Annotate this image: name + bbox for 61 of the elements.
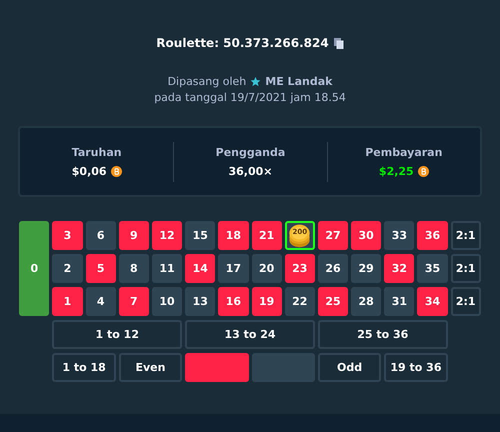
coin-icon	[418, 166, 429, 176]
number-cell[interactable]: 11	[152, 254, 182, 283]
number-cell[interactable]: 22	[284, 287, 315, 316]
number-cell[interactable]: 2	[52, 254, 83, 283]
number-cell[interactable]: 17	[218, 254, 248, 283]
number-cell[interactable]: 4	[86, 287, 116, 316]
dozen-bet[interactable]: 13 to 24	[185, 320, 315, 349]
number-cell[interactable]: 15	[185, 221, 216, 250]
number-cell[interactable]: 16	[218, 287, 248, 316]
number-cell[interactable]: 34	[417, 287, 448, 316]
outside-bet[interactable]: 1 to 18	[52, 353, 116, 382]
outside-bet[interactable]: Even	[118, 353, 182, 382]
number-cell[interactable]: 26	[318, 254, 348, 283]
number-cell[interactable]: 18	[218, 221, 248, 250]
star-icon	[250, 76, 262, 87]
color-bet[interactable]	[185, 353, 248, 382]
stat-value: $0,06	[72, 164, 107, 178]
number-cell[interactable]: 13	[185, 287, 216, 316]
number-cell[interactable]: 23	[284, 254, 315, 283]
copy-icon[interactable]	[334, 38, 344, 48]
stat-label: Pengganda	[216, 146, 286, 158]
number-cell[interactable]: 29	[351, 254, 382, 283]
number-cell[interactable]: 21	[252, 221, 282, 250]
number-cell[interactable]: 36	[417, 221, 448, 250]
number-cell[interactable]: 35	[417, 254, 448, 283]
number-cell[interactable]: 20	[252, 254, 282, 283]
number-cell[interactable]: 8	[118, 254, 149, 283]
number-cell[interactable]: 14	[185, 254, 216, 283]
number-cell[interactable]: 7	[118, 287, 149, 316]
number-cell[interactable]: 12	[152, 221, 182, 250]
date-text: pada tanggal 19/7/2021 jam 18.54	[154, 91, 346, 104]
number-cell[interactable]: 27	[318, 221, 348, 250]
column-bet[interactable]: 2:1	[450, 287, 481, 316]
coin-icon	[110, 166, 122, 176]
placed-by-text: Dipasang oleh	[168, 75, 246, 88]
stat-value: $2,25	[378, 164, 414, 178]
number-cell[interactable]: 28	[351, 287, 382, 316]
number-cell[interactable]: 1	[52, 287, 83, 316]
number-cell[interactable]: 19	[252, 287, 282, 316]
number-cell[interactable]: 10	[152, 287, 182, 316]
number-cell[interactable]: 25	[318, 287, 348, 316]
dozen-bet[interactable]: 1 to 12	[52, 320, 182, 349]
stat-value: 36,00×	[228, 164, 272, 178]
number-cell[interactable]: 6	[86, 221, 116, 250]
outside-bet[interactable]: 19 to 36	[384, 353, 448, 382]
window-title: Roulette: 50.373.266.824	[156, 36, 329, 50]
color-bet[interactable]	[252, 353, 315, 382]
column-bet[interactable]: 2:1	[450, 254, 481, 283]
stat-label: Taruhan	[72, 146, 122, 158]
number-cell[interactable]: 9	[118, 221, 149, 250]
dozen-bet[interactable]: 25 to 36	[318, 320, 448, 349]
column-bet[interactable]: 2:1	[450, 221, 481, 250]
user-name[interactable]: ME Landak	[265, 75, 332, 88]
number-cell[interactable]: 31	[384, 287, 414, 316]
number-cell[interactable]: 5	[86, 254, 116, 283]
number-cell[interactable]: 32	[384, 254, 414, 283]
number-cell[interactable]: 30	[351, 221, 382, 250]
stat-label: Pembayaran	[365, 146, 442, 158]
number-cell[interactable]: 3	[52, 221, 83, 250]
number-cell[interactable]: 33	[384, 221, 414, 250]
outside-bet[interactable]: Odd	[318, 353, 382, 382]
